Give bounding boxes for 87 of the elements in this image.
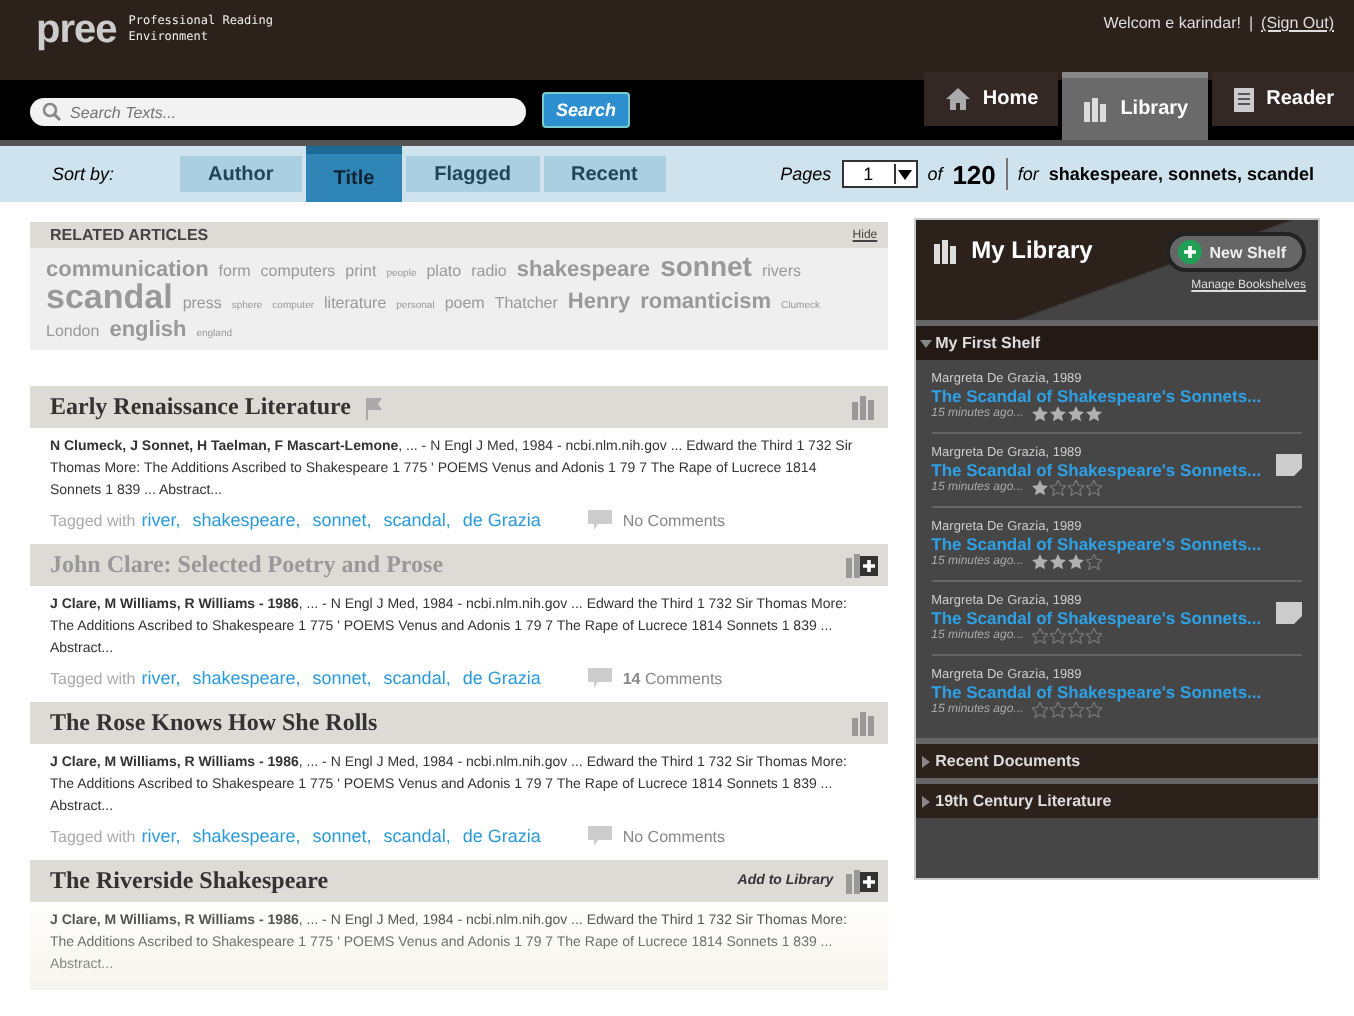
comments-count[interactable]: 14 Comments xyxy=(622,670,723,688)
add-book-icon[interactable] xyxy=(845,552,878,578)
book-title-link[interactable]: The Scandal of Shakespeare's Sonnets... xyxy=(931,608,1262,628)
tagged-with-label: Tagged with xyxy=(50,512,136,530)
tag-link[interactable]: sonnet, xyxy=(312,668,372,688)
tag-link[interactable]: shakespeare, xyxy=(192,510,301,530)
related-articles-title: RELATED ARTICLES xyxy=(50,226,209,244)
sort-tab[interactable]: Title xyxy=(305,146,403,202)
caret-icon[interactable] xyxy=(919,795,932,807)
tag-cloud-link[interactable]: Thatcher xyxy=(494,292,558,316)
note-icon[interactable] xyxy=(1276,454,1302,476)
new-shelf-button[interactable]: New Shelf xyxy=(1165,232,1306,272)
tag-cloud-link[interactable]: London xyxy=(46,320,100,344)
pages-label: Pages xyxy=(780,164,832,184)
note-icon[interactable] xyxy=(1276,602,1302,624)
tag-cloud-link[interactable]: Henry xyxy=(567,290,631,314)
books-icon xyxy=(931,237,960,263)
page-select[interactable]: 1 xyxy=(841,160,918,188)
query-prefix: for xyxy=(1017,164,1039,184)
shelf-title[interactable]: 19th Century Literature xyxy=(935,792,1112,810)
tag-cloud-link[interactable]: english xyxy=(109,318,187,342)
tagged-with-label: Tagged with xyxy=(50,828,136,846)
search-icon xyxy=(42,102,62,122)
book-title-link[interactable]: The Scandal of Shakespeare's Sonnets... xyxy=(931,534,1262,554)
comment-icon xyxy=(588,668,613,688)
shelf-title[interactable]: My First Shelf xyxy=(935,334,1041,352)
nav-tab[interactable]: Library xyxy=(1062,72,1209,140)
tag-link[interactable]: de Grazia xyxy=(462,510,541,530)
separator-text: | xyxy=(1248,14,1254,36)
tag-cloud-link[interactable]: shakespeare xyxy=(516,258,651,282)
tagged-with-label: Tagged with xyxy=(50,670,136,688)
house-icon xyxy=(944,86,973,112)
dropdown-arrow-icon xyxy=(898,169,913,179)
nav-tab[interactable]: Home xyxy=(924,72,1059,126)
tag-cloud-link[interactable]: print xyxy=(345,260,377,284)
tag-link[interactable]: sonnet, xyxy=(312,510,372,530)
library-title: My Library xyxy=(971,236,1093,264)
tag-cloud-link[interactable]: romanticism xyxy=(640,290,772,314)
tag-link[interactable]: shakespeare, xyxy=(192,668,301,688)
query-text: shakespeare, sonnets, scandel xyxy=(1048,164,1314,184)
comments-count[interactable]: No Comments xyxy=(622,512,725,530)
tag-cloud-link[interactable]: radio xyxy=(471,260,507,284)
search-button[interactable]: Search xyxy=(542,92,631,128)
tag-cloud-link[interactable]: literature xyxy=(324,292,387,316)
tag-cloud-link[interactable]: poem xyxy=(444,292,485,316)
tag-cloud-link[interactable]: plato xyxy=(426,260,462,284)
tag-cloud-link[interactable]: press xyxy=(182,292,222,316)
tag-link[interactable]: river, xyxy=(141,668,181,688)
book-title-link[interactable]: The Scandal of Shakespeare's Sonnets... xyxy=(931,460,1262,480)
shelf-title[interactable]: Recent Documents xyxy=(935,752,1081,770)
article-title[interactable]: The Riverside Shakespeare xyxy=(50,866,329,896)
document-icon xyxy=(1232,85,1257,113)
nav-tab[interactable]: Reader xyxy=(1212,72,1354,126)
tag-cloud-link[interactable]: sonnet xyxy=(660,254,752,278)
caret-icon[interactable] xyxy=(919,337,932,349)
logo-wordmark: pree xyxy=(36,7,117,53)
comments-count[interactable]: No Comments xyxy=(622,828,725,846)
tag-link[interactable]: de Grazia xyxy=(462,826,541,846)
tag-cloud-link[interactable]: communication xyxy=(46,258,209,282)
sort-tab[interactable]: Author xyxy=(180,156,302,192)
page-total: 120 xyxy=(952,159,996,189)
tag-cloud-link[interactable]: computers xyxy=(260,260,336,284)
books-icon xyxy=(1082,96,1111,122)
sort-tab[interactable]: Flagged xyxy=(406,156,540,192)
welcome-text: Welcom e karindar! xyxy=(1103,14,1241,36)
sort-tab[interactable]: Recent xyxy=(543,156,666,192)
sort-label: Sort by: xyxy=(52,164,117,184)
add-book-icon[interactable] xyxy=(845,868,878,894)
tag-link[interactable]: scandal, xyxy=(383,668,451,688)
tag-cloud-link[interactable]: form xyxy=(218,260,251,284)
book-title-link[interactable]: The Scandal of Shakespeare's Sonnets... xyxy=(931,682,1262,702)
of-label: of xyxy=(927,164,943,184)
comment-icon xyxy=(588,510,613,530)
tag-cloud-link[interactable]: rivers xyxy=(761,260,802,284)
tag-cloud-link[interactable]: scandal xyxy=(46,286,173,310)
tag-link[interactable]: de Grazia xyxy=(462,668,541,688)
tag-link[interactable]: river, xyxy=(141,826,181,846)
search-field[interactable]: Search Texts... xyxy=(30,98,526,126)
book-title-link[interactable]: The Scandal of Shakespeare's Sonnets... xyxy=(931,386,1262,406)
tag-link[interactable]: scandal, xyxy=(383,510,451,530)
tag-link[interactable]: river, xyxy=(141,510,181,530)
tag-link[interactable]: sonnet, xyxy=(312,826,372,846)
comment-icon xyxy=(588,826,613,846)
plus-icon xyxy=(1177,240,1202,264)
tag-link[interactable]: scandal, xyxy=(383,826,451,846)
caret-icon[interactable] xyxy=(919,755,932,767)
tag-link[interactable]: shakespeare, xyxy=(192,826,301,846)
